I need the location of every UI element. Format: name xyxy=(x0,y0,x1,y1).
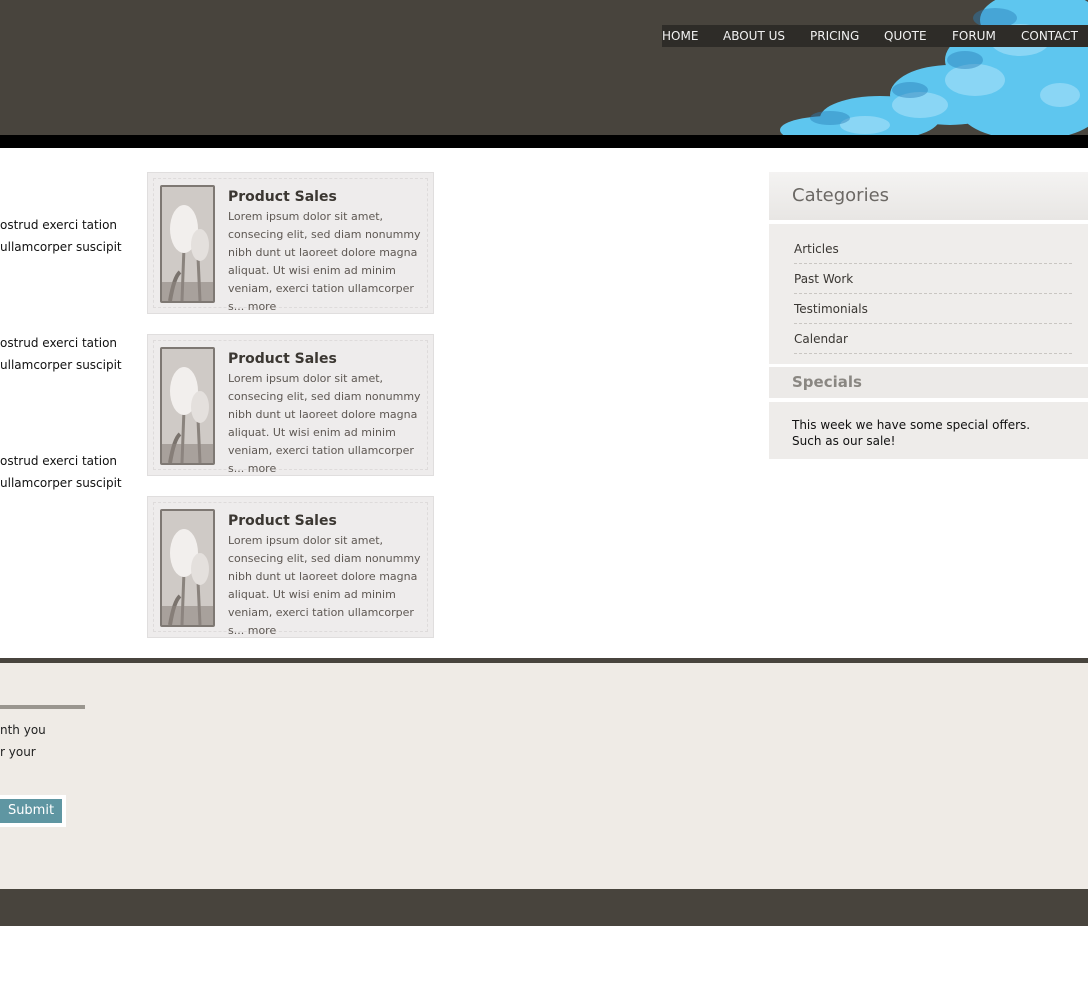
main-nav: HOME ABOUT US PRICING QUOTE FORUM CONTAC… xyxy=(662,25,1088,47)
submit-button-frame: Submit xyxy=(0,795,66,827)
nav-quote[interactable]: QUOTE xyxy=(884,29,927,43)
bottom-bar xyxy=(0,889,1088,926)
specials-title: Specials xyxy=(792,373,862,391)
footer-area xyxy=(0,663,1088,889)
nav-about-us[interactable]: ABOUT US xyxy=(723,29,785,43)
clouds-graphic xyxy=(780,0,1088,135)
more-link[interactable]: more xyxy=(248,624,277,637)
left-text-line: ostrud exerci tation xyxy=(0,454,118,468)
more-link[interactable]: more xyxy=(248,300,277,313)
categories-title: Categories xyxy=(792,185,890,206)
product-title: Product Sales xyxy=(228,513,337,529)
category-link-articles[interactable]: Articles xyxy=(794,242,839,256)
left-text-line: ullamcorper suscipit xyxy=(0,240,122,254)
footer-text-line: nth you xyxy=(0,723,46,737)
specials-text-line: Such as our sale! xyxy=(792,434,896,448)
category-link-testimonials[interactable]: Testimonials xyxy=(794,302,868,316)
specials-body: This week we have some special offers. S… xyxy=(769,402,1088,459)
footer-rule xyxy=(0,705,85,709)
nav-contact[interactable]: CONTACT xyxy=(1021,29,1078,43)
product-card: Product Sales Lorem ipsum dolor sit amet… xyxy=(147,172,434,314)
nav-home[interactable]: HOME xyxy=(662,29,698,43)
category-item: Calendar xyxy=(794,324,1072,354)
product-description: Lorem ipsum dolor sit amet, consecing el… xyxy=(228,372,421,475)
tulip-thumbnail[interactable] xyxy=(160,185,215,303)
category-link-past-work[interactable]: Past Work xyxy=(794,272,853,286)
product-title: Product Sales xyxy=(228,351,337,367)
specials-text-line: This week we have some special offers. xyxy=(792,418,1031,432)
left-text-line: ullamcorper suscipit xyxy=(0,358,122,372)
category-item: Past Work xyxy=(794,264,1072,294)
product-description: Lorem ipsum dolor sit amet, consecing el… xyxy=(228,534,421,637)
tulip-thumbnail[interactable] xyxy=(160,509,215,627)
category-link-calendar[interactable]: Calendar xyxy=(794,332,848,346)
nav-forum[interactable]: FORUM xyxy=(952,29,996,43)
categories-header: Categories xyxy=(769,172,1088,220)
left-text-line: ostrud exerci tation xyxy=(0,336,118,350)
tulip-thumbnail[interactable] xyxy=(160,347,215,465)
header-divider-bar xyxy=(0,135,1088,148)
submit-button[interactable]: Submit xyxy=(0,799,62,823)
product-card: Product Sales Lorem ipsum dolor sit amet… xyxy=(147,334,434,476)
left-text-line: ullamcorper suscipit xyxy=(0,476,122,490)
category-item: Articles xyxy=(794,234,1072,264)
product-card: Product Sales Lorem ipsum dolor sit amet… xyxy=(147,496,434,638)
categories-list: Articles Past Work Testimonials Calendar xyxy=(769,224,1088,364)
product-description: Lorem ipsum dolor sit amet, consecing el… xyxy=(228,210,421,313)
specials-header: Specials xyxy=(769,367,1088,398)
site-header: HOME ABOUT US PRICING QUOTE FORUM CONTAC… xyxy=(0,0,1088,135)
nav-pricing[interactable]: PRICING xyxy=(810,29,859,43)
category-item: Testimonials xyxy=(794,294,1072,324)
left-text-line: ostrud exerci tation xyxy=(0,218,118,232)
more-link[interactable]: more xyxy=(248,462,277,475)
product-title: Product Sales xyxy=(228,189,337,205)
footer-text-line: r your xyxy=(0,745,36,759)
